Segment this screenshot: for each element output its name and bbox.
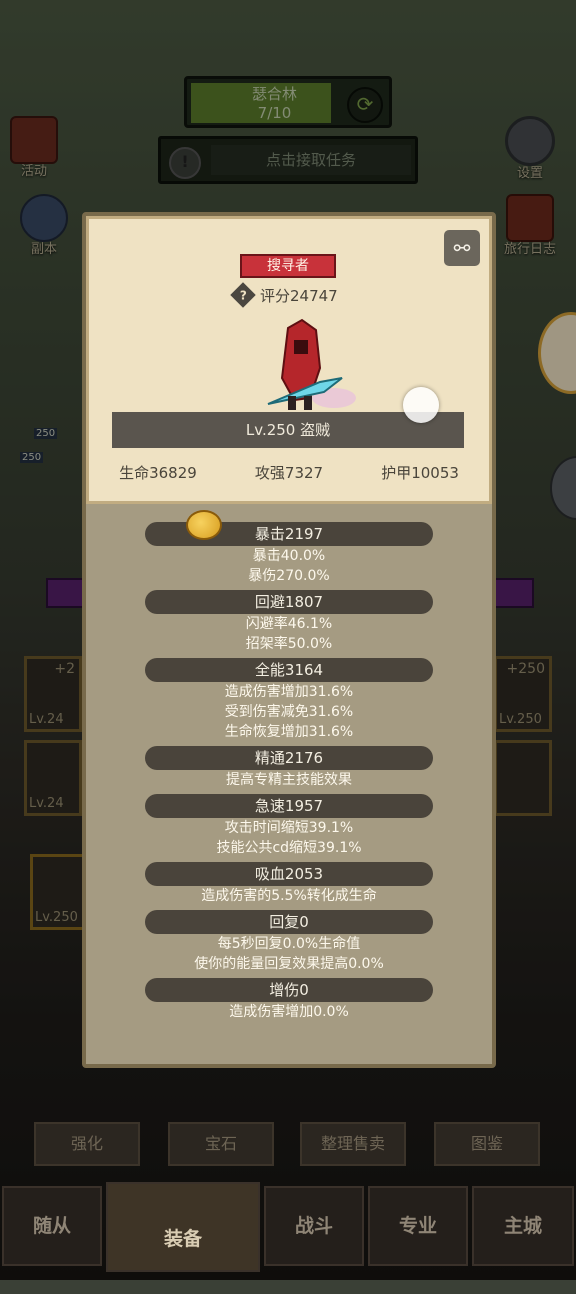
hp-stat: 生命36829 [119,464,197,482]
stat-group-damage-bonus: 增伤0 造成伤害增加0.0% [90,978,488,1022]
stat-detail: 造成伤害增加31.6% [224,684,354,700]
stat-group-versatility: 全能3164 造成伤害增加31.6% 受到伤害减免31.6% 生命恢复增加31.… [90,658,488,742]
stat-detail: 造成伤害增加0.0% [229,1004,349,1020]
stat-detail: 生命恢复增加31.6% [224,724,354,740]
armor-stat: 护甲10053 [381,464,459,482]
stat-group-mastery: 精通2176 提高专精主技能效果 [90,746,488,790]
attack-power-stat: 攻强7327 [254,464,324,482]
stat-heading: 回避1807 [145,590,433,614]
stat-heading: 精通2176 [145,746,433,770]
nav-main-city[interactable]: 主城 [472,1186,574,1266]
coin-icon [186,510,222,540]
stat-detail: 暴击40.0% [252,548,326,564]
sort-sell-button[interactable]: 整理售卖 [300,1122,406,1166]
score-value: 评分24747 [260,286,338,305]
stat-heading: 全能3164 [145,658,433,682]
stat-detail: 招架率50.0% [245,636,333,652]
stat-detail: 技能公共cd缩短39.1% [216,840,362,856]
stat-group-leech: 吸血2053 造成伤害的5.5%转化成生命 [90,862,488,906]
stat-heading: 吸血2053 [145,862,433,886]
stat-detail: 使你的能量回复效果提高0.0% [194,956,384,972]
stat-detail: 每5秒回复0.0%生命值 [217,936,361,952]
score-row: ? 评分24747 [230,282,338,308]
stat-group-regen: 回复0 每5秒回复0.0%生命值 使你的能量回复效果提高0.0% [90,910,488,974]
stat-heading: 增伤0 [145,978,433,1002]
stat-detail: 暴伤270.0% [248,568,330,584]
nav-battle[interactable]: 战斗 [264,1186,364,1266]
stat-detail: 攻击时间缩短39.1% [224,820,354,836]
enhance-button[interactable]: 强化 [34,1122,140,1166]
nav-equipment[interactable]: 装备 [106,1182,260,1272]
share-icon[interactable]: ⚯ [444,230,480,266]
gem-button[interactable]: 宝石 [168,1122,274,1166]
character-portrait [267,318,356,410]
class-badge: 搜寻者 [240,254,336,278]
nav-profession[interactable]: 专业 [368,1186,468,1266]
base-stats-row: 生命36829 攻强7327 护甲10053 [90,462,488,483]
stat-heading: 急速1957 [145,794,433,818]
stat-group-haste: 急速1957 攻击时间缩短39.1% 技能公共cd缩短39.1% [90,794,488,858]
stat-group-avoidance: 回避1807 闪避率46.1% 招架率50.0% [90,590,488,654]
stat-heading: 回复0 [145,910,433,934]
stat-detail: 受到伤害减免31.6% [224,704,354,720]
touch-cursor [403,387,439,423]
nav-followers[interactable]: 随从 [2,1186,102,1266]
stat-detail: 提高专精主技能效果 [226,772,352,788]
codex-button[interactable]: 图鉴 [434,1122,540,1166]
stat-detail: 闪避率46.1% [245,616,333,632]
stat-group-crit: 暴击2197 暴击40.0% 暴伤270.0% [90,522,488,586]
question-icon[interactable]: ? [230,282,256,308]
stat-detail: 造成伤害的5.5%转化成生命 [201,888,377,904]
